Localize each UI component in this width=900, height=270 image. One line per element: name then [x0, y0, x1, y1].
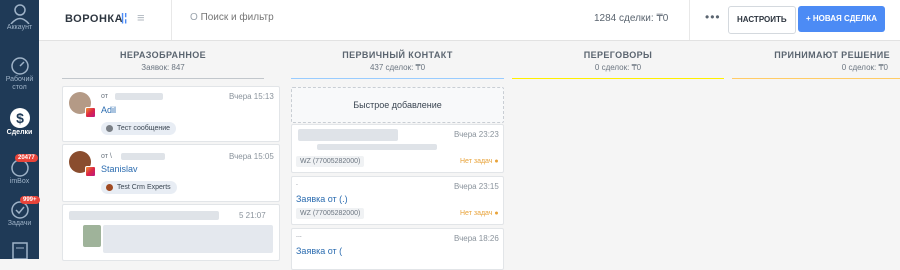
column-count: Заявок: 847	[141, 63, 185, 72]
sidebar-item-imbox[interactable]: 20477 imBox	[0, 154, 39, 185]
imbox-badge: 20477	[15, 154, 38, 162]
redacted-text	[121, 153, 165, 160]
card-from: от	[101, 93, 108, 100]
deal-card[interactable]: Вчера 23:23 WZ (77005282000) Нет задач ●	[291, 124, 504, 173]
chip-avatar	[106, 125, 113, 132]
sidebar-item-lists[interactable]	[0, 241, 39, 259]
unsorted-card[interactable]: от Вчера 15:13 Adil Тест сообщение	[62, 86, 280, 142]
column-header-first-contact: ПЕРВИЧНЫЙ КОНТАКТ 437 сделок: ₸0	[291, 50, 504, 72]
sidebar-item-label: Сделки	[6, 129, 33, 136]
unsorted-card[interactable]: от \ Вчера 15:05 Stanislav Test Crm Expe…	[62, 144, 280, 202]
column-header-decision: ПРИНИМАЮТ РЕШЕНИЕ 0 сделок: ₸0	[732, 50, 900, 72]
contact-name-link[interactable]: Stanislav	[101, 164, 138, 174]
top-bar: ВОРОНКА |¦ ≡ O 1284 сделки: ₸0 ••• НАСТР…	[39, 0, 900, 41]
configure-button[interactable]: НАСТРОИТЬ	[728, 6, 796, 34]
redacted-text	[115, 93, 163, 100]
column-count: 0 сделок: ₸0	[841, 63, 888, 72]
contact-name-link[interactable]: Adil	[101, 105, 116, 115]
pipeline-view-icon[interactable]: |¦	[121, 12, 127, 24]
column-header-negotiations: ПЕРЕГОВОРЫ 0 сделок: ₸0	[512, 50, 724, 72]
sidebar-item-dashboard[interactable]: Рабочий стол	[0, 56, 39, 92]
sidebar-item-label: Аккаунт	[6, 24, 33, 31]
chip-label: Тест сообщение	[117, 125, 171, 132]
no-tasks-text: Нет задач	[460, 210, 493, 217]
sidebar-item-tasks[interactable]: 999+ Задачи	[0, 196, 40, 227]
deal-card[interactable]: . Вчера 23:15 Заявка от (.) WZ (77005282…	[291, 176, 504, 225]
speedometer-icon	[10, 57, 29, 75]
column-title: ПЕРЕГОВОРЫ	[583, 50, 653, 60]
sidebar: Аккаунт Рабочий стол $ Сделки 20477 imBo…	[0, 0, 40, 259]
deal-title-link[interactable]: Заявка от (.)	[296, 194, 348, 204]
more-menu-button[interactable]: •••	[705, 10, 721, 24]
message-chip: Тест сообщение	[101, 122, 177, 135]
search-input[interactable]	[200, 12, 401, 23]
sidebar-item-label: Рабочий стол	[5, 76, 34, 91]
deals-summary: 1284 сделки: ₸0	[594, 13, 669, 24]
message-chip: Test Crm Experts	[101, 181, 177, 194]
no-tasks-label: Нет задач ●	[460, 210, 499, 217]
unsorted-card[interactable]: 5 21:07	[62, 204, 280, 261]
card-time: 5 21:07	[239, 211, 266, 220]
card-from: от \	[101, 153, 112, 160]
column-count: 437 сделок: ₸0	[369, 63, 426, 72]
sidebar-item-account[interactable]: Аккаунт	[0, 2, 39, 31]
instagram-icon	[85, 166, 96, 177]
new-deal-button[interactable]: + НОВАЯ СДЕЛКА	[798, 6, 886, 32]
tasks-badge: 999+	[20, 196, 40, 204]
chip-avatar	[106, 184, 113, 191]
column-count: 0 сделок: ₸0	[594, 63, 642, 72]
card-time: Вчера 15:13	[229, 92, 274, 101]
redacted-image	[83, 225, 101, 247]
svg-text:$: $	[16, 110, 24, 126]
no-tasks-label: Нет задач ●	[460, 158, 499, 165]
divider	[171, 0, 172, 40]
column-underline	[732, 78, 900, 79]
column-underline	[62, 78, 264, 79]
search-box[interactable]: O	[190, 12, 401, 23]
sidebar-item-label: imBox	[9, 178, 30, 185]
deal-title-link[interactable]: Заявка от (	[296, 246, 342, 256]
column-header-unsorted: НЕРАЗОБРАННОЕ Заявок: 847	[62, 50, 264, 72]
dollar-icon: $	[9, 108, 30, 128]
source-tag: WZ (77005282000)	[296, 156, 365, 167]
sidebar-item-label: Задачи	[7, 220, 32, 227]
redacted-text	[317, 144, 437, 150]
card-dot: ...	[296, 232, 302, 239]
column-underline	[291, 78, 504, 79]
card-time: Вчера 18:26	[454, 234, 499, 243]
column-title: НЕРАЗОБРАННОЕ	[119, 50, 207, 60]
source-tag: WZ (77005282000)	[296, 208, 365, 219]
no-tasks-text: Нет задач	[460, 158, 493, 165]
sidebar-item-deals[interactable]: $ Сделки	[0, 107, 39, 136]
list-view-icon[interactable]: ≡	[137, 10, 145, 25]
user-icon	[9, 4, 30, 24]
redacted-text	[69, 211, 219, 220]
instagram-icon	[85, 107, 96, 118]
column-title: ПРИНИМАЮТ РЕШЕНИЕ	[774, 50, 890, 60]
column-title: ПЕРВИЧНЫЙ КОНТАКТ	[342, 50, 453, 60]
list-icon	[11, 242, 28, 259]
column-underline	[512, 78, 724, 79]
card-time: Вчера 23:15	[454, 182, 499, 191]
quick-add-button[interactable]: Быстрое добавление	[291, 87, 504, 123]
card-dot: .	[296, 180, 298, 187]
redacted-text	[103, 225, 273, 253]
search-icon: O	[190, 12, 198, 23]
page-title: ВОРОНКА	[65, 13, 124, 25]
card-time: Вчера 23:23	[454, 130, 499, 139]
divider	[689, 0, 690, 40]
deal-card[interactable]: ... Вчера 18:26 Заявка от (	[291, 228, 504, 270]
chip-label: Test Crm Experts	[117, 184, 171, 191]
redacted-text	[298, 129, 398, 141]
card-time: Вчера 15:05	[229, 152, 274, 161]
